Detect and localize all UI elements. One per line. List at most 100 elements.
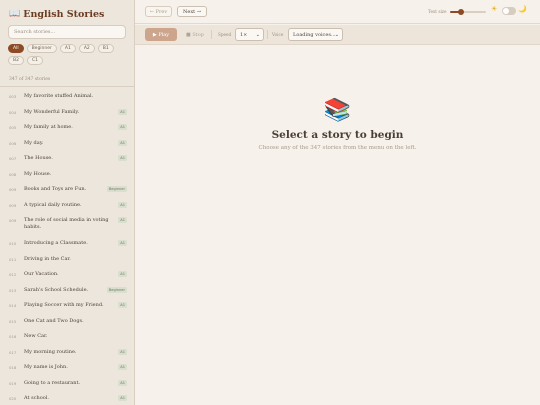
story-list-item[interactable]: 009 Books and Toys are Fun. Beginner [0, 181, 134, 197]
story-number: 016 [9, 334, 17, 339]
story-number: 011 [9, 256, 17, 262]
divider [211, 30, 212, 39]
story-list-item[interactable]: 005 My family at home. A1 [0, 119, 134, 135]
filter-chip-all[interactable]: All [8, 44, 24, 53]
moon-icon: 🌙 [518, 5, 527, 13]
level-badge: A1 [118, 395, 127, 401]
level-badge: A1 [118, 364, 127, 370]
search-input[interactable] [8, 25, 126, 39]
app-title: English Stories [23, 8, 105, 20]
story-title: Going to a restaurant. [24, 379, 81, 386]
level-badge: A1 [118, 240, 127, 246]
speed-select[interactable]: 1× ⌄ [235, 28, 264, 41]
prev-button[interactable]: ← Prev [145, 6, 172, 17]
story-list-item[interactable]: 020 At school. A1 [0, 390, 134, 405]
story-title: The House. [24, 155, 53, 161]
empty-state-title: Select a story to begin [271, 129, 404, 141]
filter-chip-b2[interactable]: B2 [8, 56, 24, 65]
chevron-down-icon: ⌄ [334, 32, 339, 38]
level-badge: A1 [118, 108, 127, 115]
story-list-item[interactable]: 017 My morning routine. A1 [0, 344, 134, 360]
story-title: Playing Soccer with my Friend. [24, 302, 104, 308]
story-list-item[interactable]: 006 My day. A1 [0, 135, 134, 151]
speed-value: 1× [240, 31, 248, 38]
filter-chip-a1[interactable]: A1 [59, 44, 76, 53]
story-title: A typical daily routine. [24, 201, 82, 208]
next-button[interactable]: Next → [177, 6, 207, 17]
story-list-item[interactable]: 010 Introducing a Classmate. A1 [0, 235, 134, 251]
story-number: 012 [9, 272, 17, 277]
story-list-item[interactable]: 003 My favorite stuffed Animal. [0, 88, 134, 104]
story-number: 005 [9, 125, 17, 130]
voice-value: Loading voices... [293, 31, 336, 38]
slider-handle[interactable] [457, 9, 464, 15]
story-number: 017 [9, 349, 17, 355]
filter-chip-c1[interactable]: C1 [26, 56, 43, 65]
story-title: The role of social media in voting habit… [24, 217, 109, 230]
text-size-label: Text size [428, 9, 447, 14]
toggle-knob [503, 8, 509, 14]
story-list-item[interactable]: 009 The role of social media in voting ha… [0, 212, 134, 235]
top-bar: ← Prev Next → Text size ☀ 🌙 [135, 0, 540, 24]
level-badge: Beginner [106, 286, 127, 293]
story-list-item[interactable]: 004 My Wonderful Family. A1 [0, 104, 134, 120]
empty-state: 📚 Select a story to begin Choose any of … [135, 98, 540, 152]
filter-chip-a2[interactable]: A2 [78, 44, 95, 53]
story-number: 004 [9, 109, 17, 115]
filter-chip-b1[interactable]: B1 [97, 44, 114, 53]
level-badge: Beginner [106, 186, 127, 192]
story-count: 347 of 347 stories [9, 77, 51, 82]
books-icon: 📚 [323, 98, 352, 123]
story-title: One Cat and Two Dogs. [24, 317, 84, 324]
level-badge: A1 [118, 271, 127, 277]
story-number: 020 [9, 396, 17, 401]
story-list-item[interactable]: 016 New Car. [0, 328, 134, 344]
story-number: 007 [9, 156, 17, 161]
story-title: My House. [24, 170, 52, 177]
stop-button[interactable]: ■ Stop [182, 28, 208, 41]
story-title: New Car. [24, 333, 48, 339]
filter-chip-beginner[interactable]: Beginner [26, 44, 57, 53]
story-title: My family at home. [24, 124, 73, 130]
dark-mode-toggle[interactable] [502, 7, 516, 15]
level-badge: A1 [118, 217, 127, 223]
story-title: My name is John. [24, 364, 68, 370]
level-badge: A1 [118, 302, 127, 308]
story-list-item[interactable]: 009 A typical daily routine. A1 [0, 197, 134, 213]
level-badge: A1 [118, 124, 127, 130]
story-list-item[interactable]: 015 One Cat and Two Dogs. [0, 313, 134, 329]
text-size-slider[interactable] [450, 9, 486, 15]
story-list-item[interactable]: 011 Driving in the Car. [0, 251, 134, 267]
story-list-item[interactable]: 014 Playing Soccer with my Friend. A1 [0, 297, 134, 313]
level-badge: A1 [118, 379, 127, 386]
story-number: 014 [9, 303, 17, 308]
play-button[interactable]: ▶ Play [145, 28, 177, 41]
story-number: 019 [9, 380, 17, 386]
story-list-item[interactable]: 019 Going to a restaurant. A1 [0, 375, 134, 391]
level-badge: A1 [118, 139, 127, 146]
story-list-item[interactable]: 013 Sarah's School Schedule. Beginner [0, 282, 134, 298]
book-icon: 📖 [9, 8, 21, 19]
story-title: At school. [24, 395, 49, 401]
story-list-item[interactable]: 018 My name is John. A1 [0, 359, 134, 375]
story-number: 013 [9, 287, 17, 293]
speed-label: Speed [218, 32, 232, 37]
empty-state-subtitle: Choose any of the 347 stories from the m… [258, 145, 417, 151]
playback-controls: ▶ Play ■ Stop Speed 1× ⌄ Voice Loading v… [135, 25, 540, 45]
story-number: 003 [9, 94, 17, 99]
story-list-item[interactable]: 008 My House. [0, 166, 134, 182]
level-badge: A1 [118, 348, 127, 355]
story-number: 006 [9, 140, 17, 146]
story-title: My Wonderful Family. [24, 108, 80, 115]
story-list-item[interactable]: 007 The House. A1 [0, 150, 134, 166]
story-title: My favorite stuffed Animal. [24, 93, 94, 99]
voice-select[interactable]: Loading voices... ⌄ [288, 28, 343, 41]
story-list: 003 My favorite stuffed Animal. 004 My Wond… [0, 88, 134, 405]
story-number: 015 [9, 318, 17, 324]
story-title: Driving in the Car. [24, 255, 71, 262]
story-number: 009 [9, 187, 17, 192]
story-number: 009 [9, 218, 17, 223]
story-list-item[interactable]: 012 Our Vacation. A1 [0, 266, 134, 282]
story-title: My day. [24, 139, 44, 146]
story-number: 010 [9, 241, 17, 246]
